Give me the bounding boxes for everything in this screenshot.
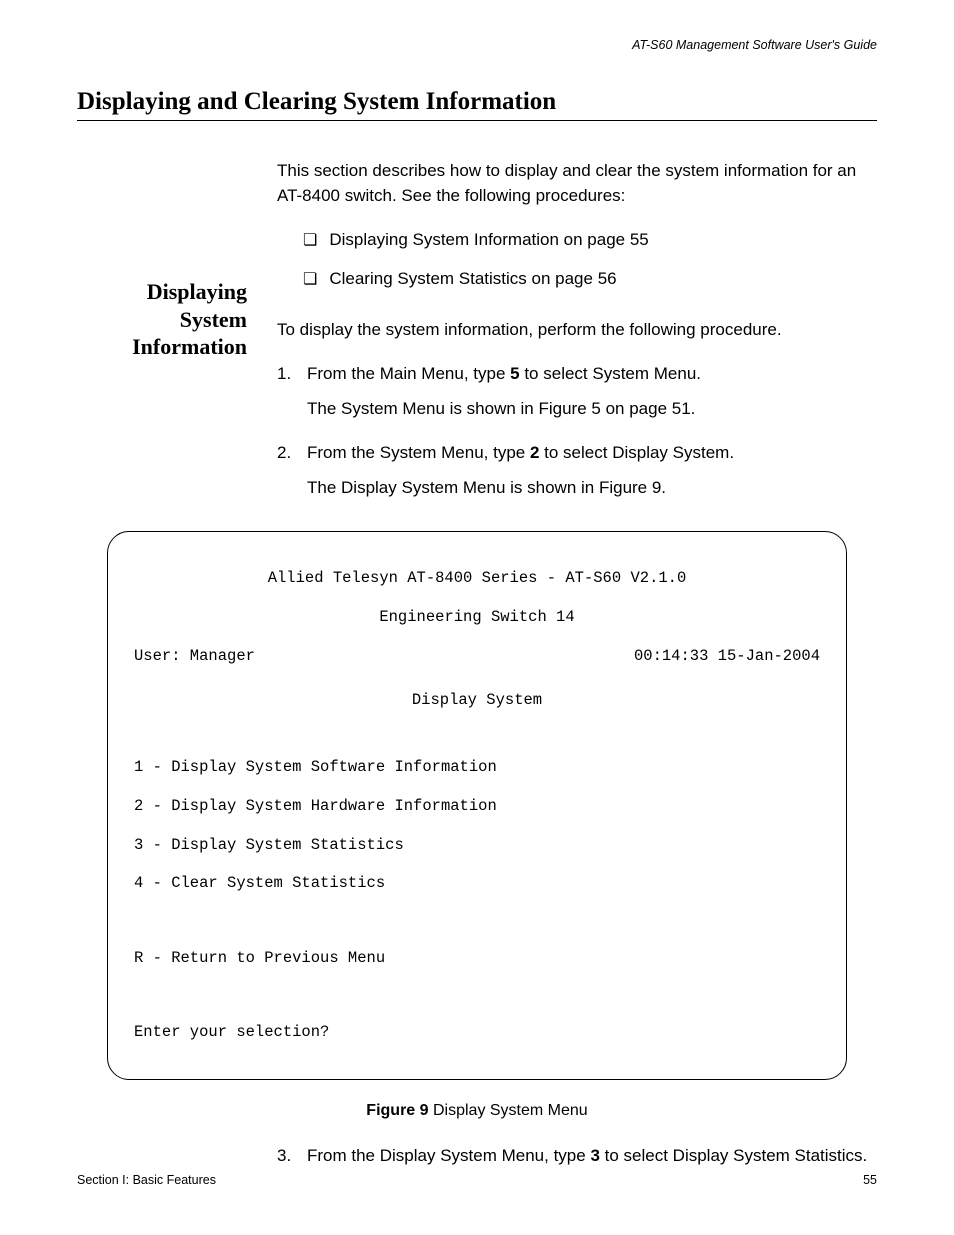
checkbox-icon: ❏ [303, 272, 317, 288]
step-text: From the System Menu, type 2 to select D… [307, 441, 877, 466]
menu-user: User: Manager [134, 647, 255, 666]
bullet-text: Displaying System Information on page 55 [329, 228, 648, 253]
running-header: AT-S60 Management Software User's Guide [77, 38, 877, 52]
menu-prompt: Enter your selection? [134, 1023, 820, 1042]
page-footer: Section I: Basic Features 55 [77, 1173, 877, 1187]
bullet-text: Clearing System Statistics on page 56 [329, 267, 616, 292]
section-title: Displaying and Clearing System Informati… [77, 88, 877, 121]
step-number: 2. [277, 441, 307, 466]
step-note: The System Menu is shown in Figure 5 on … [307, 397, 877, 422]
step-1: 1. From the Main Menu, type 5 to select … [277, 362, 877, 387]
bullet-item: ❏ Displaying System Information on page … [303, 228, 877, 253]
menu-item: 4 - Clear System Statistics [134, 874, 820, 893]
bullet-item: ❏ Clearing System Statistics on page 56 [303, 267, 877, 292]
menu-item: 3 - Display System Statistics [134, 836, 820, 855]
checkbox-icon: ❏ [303, 233, 317, 249]
terminal-menu-figure: Allied Telesyn AT-8400 Series - AT-S60 V… [107, 531, 847, 1081]
intro-paragraph: This section describes how to display an… [277, 159, 877, 208]
menu-item: 1 - Display System Software Information [134, 758, 820, 777]
menu-item: 2 - Display System Hardware Information [134, 797, 820, 816]
procedure-intro: To display the system information, perfo… [277, 318, 877, 343]
step-text: From the Main Menu, type 5 to select Sys… [307, 362, 877, 387]
step-3: 3. From the Display System Menu, type 3 … [277, 1144, 877, 1169]
menu-header-line1: Allied Telesyn AT-8400 Series - AT-S60 V… [134, 569, 820, 588]
subsection-heading: Displaying System Information [77, 278, 247, 361]
menu-datetime: 00:14:33 15-Jan-2004 [634, 647, 820, 666]
step-2: 2. From the System Menu, type 2 to selec… [277, 441, 877, 466]
figure-caption: Figure 9 Display System Menu [77, 1102, 877, 1120]
step-number: 1. [277, 362, 307, 387]
step-number: 3. [277, 1144, 307, 1169]
menu-header-line2: Engineering Switch 14 [134, 608, 820, 627]
step-note: The Display System Menu is shown in Figu… [307, 476, 877, 501]
footer-section: Section I: Basic Features [77, 1173, 216, 1187]
step-text: From the Display System Menu, type 3 to … [307, 1144, 877, 1169]
menu-title: Display System [134, 691, 820, 710]
page-number: 55 [863, 1173, 877, 1187]
menu-return: R - Return to Previous Menu [134, 949, 820, 968]
